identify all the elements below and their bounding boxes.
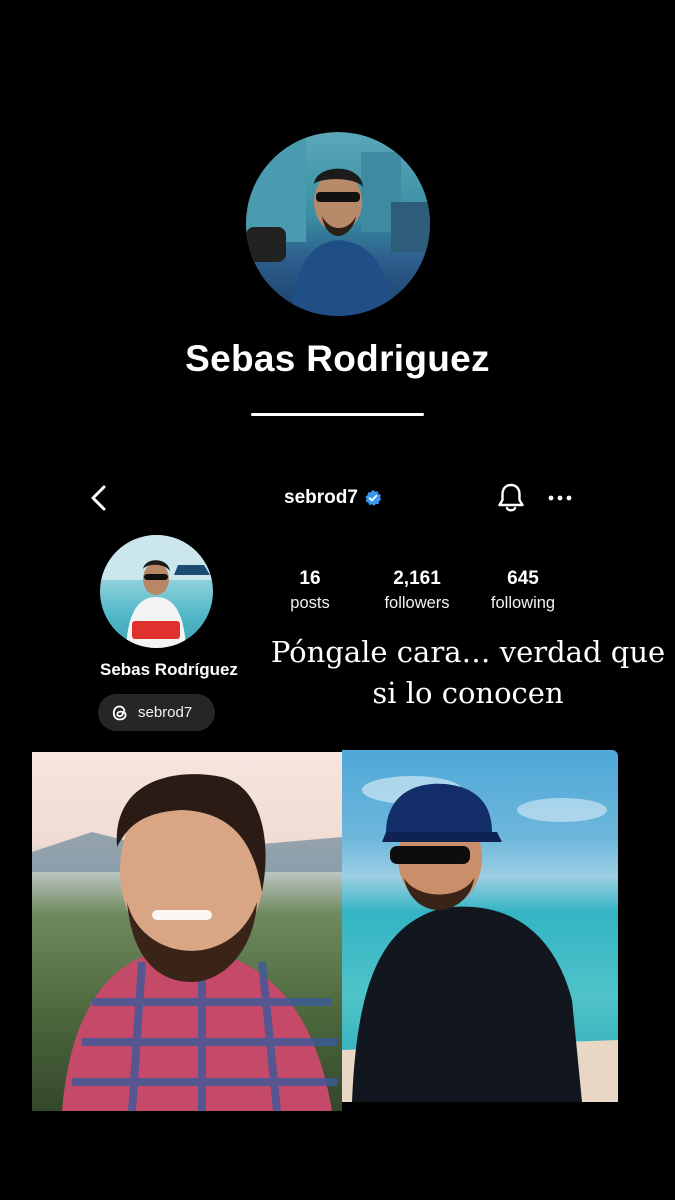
photo-cap-beach [342, 750, 618, 1102]
photo-plaid-shirt [32, 752, 342, 1111]
threads-badge[interactable]: sebrod7 [98, 694, 215, 731]
profile-avatar-photo [100, 535, 213, 648]
stat-following[interactable]: 645 following [480, 568, 566, 613]
profile-avatar[interactable] [100, 535, 213, 648]
title-divider [251, 413, 424, 416]
threads-icon [112, 705, 127, 720]
following-count: 645 [507, 568, 539, 589]
threads-handle: sebrod7 [138, 704, 193, 721]
stat-followers[interactable]: 2,161 followers [374, 568, 460, 613]
verified-badge-icon [365, 489, 382, 506]
story-avatar [246, 132, 430, 316]
posts-label: posts [290, 594, 330, 612]
caption-line-2: si lo conocen [372, 675, 564, 710]
photo-plaid-shirt-image [32, 774, 342, 1111]
posts-count: 16 [299, 568, 321, 589]
story-caption: Póngale cara… verdad que si lo conocen [262, 632, 674, 713]
caption-line-1: Póngale cara… verdad que [270, 635, 666, 669]
profile-display-name: Sebas Rodríguez [100, 660, 238, 679]
username-label: sebrod7 [284, 487, 358, 508]
username-header: sebrod7 [284, 487, 382, 509]
followers-label: followers [384, 594, 450, 612]
followers-count: 2,161 [393, 568, 441, 589]
story-avatar-photo [246, 132, 430, 316]
more-dots-icon[interactable] [547, 494, 573, 502]
photo-cap-beach-image [342, 776, 618, 1102]
following-label: following [490, 594, 556, 612]
bell-icon[interactable] [496, 482, 526, 514]
chevron-left-icon[interactable] [88, 484, 110, 512]
stat-posts[interactable]: 16 posts [282, 568, 338, 613]
story-title: Sebas Rodriguez [185, 338, 490, 379]
